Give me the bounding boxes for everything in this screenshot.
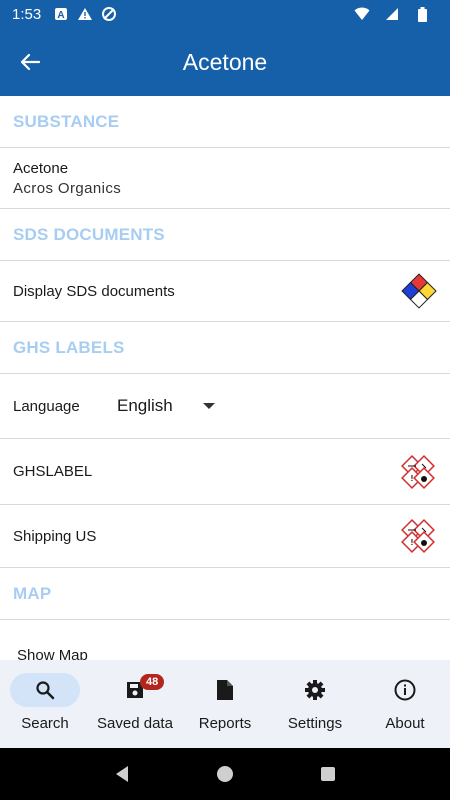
main-content: SUBSTANCE Acetone Acros Organics SDS DOC… — [0, 96, 450, 660]
substance-row: Acetone Acros Organics — [0, 148, 450, 209]
system-back-button[interactable] — [110, 762, 134, 786]
display-sds-row[interactable]: Display SDS documents — [0, 261, 450, 322]
svg-text:!: ! — [411, 538, 414, 547]
arrow-left-icon — [20, 53, 40, 71]
wifi-icon — [354, 6, 370, 22]
nav-reports-label: Reports — [198, 715, 252, 732]
notification-a-icon: A — [53, 6, 69, 22]
ghslabel-row[interactable]: GHSLABEL ! — [0, 439, 450, 505]
nav-settings-indicator — [280, 673, 350, 707]
section-header-ghs: GHS LABELS — [0, 322, 450, 374]
nav-saved-data[interactable]: 48 Saved data — [90, 660, 180, 748]
ghs-pictogram-icon: ! — [399, 454, 437, 490]
back-button[interactable] — [14, 46, 46, 78]
language-select[interactable]: English — [117, 396, 215, 416]
nav-about-label: About — [385, 715, 425, 732]
display-sds-label: Display SDS documents — [13, 282, 175, 300]
square-recents-icon — [321, 767, 336, 781]
nav-saved-label: Saved data — [97, 715, 173, 732]
nav-search-label: Search — [21, 715, 69, 732]
language-row: Language English — [0, 374, 450, 439]
substance-name: Acetone — [13, 159, 69, 177]
nav-about[interactable]: About — [360, 660, 450, 748]
signal-icon — [384, 6, 400, 22]
sync-off-icon — [101, 6, 117, 22]
nav-search-indicator — [10, 673, 80, 707]
section-header-substance: SUBSTANCE — [0, 96, 450, 148]
shipping-row[interactable]: Shipping US ! — [0, 505, 450, 568]
nav-saved-indicator: 48 — [100, 673, 170, 707]
saved-count-badge: 48 — [140, 674, 165, 690]
nav-reports[interactable]: Reports — [180, 660, 270, 748]
system-nav-bar — [0, 748, 450, 800]
app-bar: Acetone — [0, 28, 450, 96]
ghs-pictogram-icon: ! — [399, 518, 437, 554]
page-title: Acetone — [182, 48, 268, 75]
section-header-sds: SDS DOCUMENTS — [0, 209, 450, 261]
system-recents-button[interactable] — [316, 762, 340, 786]
triangle-back-icon — [115, 766, 128, 782]
battery-icon — [414, 6, 430, 22]
nfpa-diamond-icon — [401, 273, 437, 309]
status-bar: 1:53 A — [0, 0, 450, 28]
warning-icon — [77, 6, 93, 22]
section-header-map: MAP — [0, 568, 450, 620]
show-map-label: Show Map — [17, 647, 88, 660]
nav-settings[interactable]: Settings — [270, 660, 360, 748]
dropdown-arrow-icon — [202, 403, 215, 409]
search-icon — [36, 681, 55, 700]
language-value: English — [117, 396, 173, 415]
document-icon — [217, 680, 233, 700]
svg-text:A: A — [58, 10, 65, 21]
gear-icon — [305, 680, 325, 700]
circle-home-icon — [216, 766, 233, 782]
substance-vendor: Acros Organics — [13, 179, 122, 197]
show-map-row[interactable]: Show Map — [0, 620, 450, 660]
nav-about-indicator — [370, 673, 440, 707]
system-home-button[interactable] — [213, 762, 237, 786]
svg-text:!: ! — [411, 474, 414, 483]
status-time: 1:53 — [12, 5, 42, 23]
nav-search[interactable]: Search — [0, 660, 90, 748]
language-label: Language — [13, 397, 80, 415]
nav-settings-label: Settings — [287, 715, 343, 732]
bottom-nav: Search 48 Saved data Reports Settings Ab… — [0, 660, 450, 748]
info-icon — [394, 679, 416, 701]
ghslabel-label: GHSLABEL — [13, 463, 93, 480]
nav-reports-indicator — [190, 673, 260, 707]
shipping-label: Shipping US — [13, 527, 97, 545]
